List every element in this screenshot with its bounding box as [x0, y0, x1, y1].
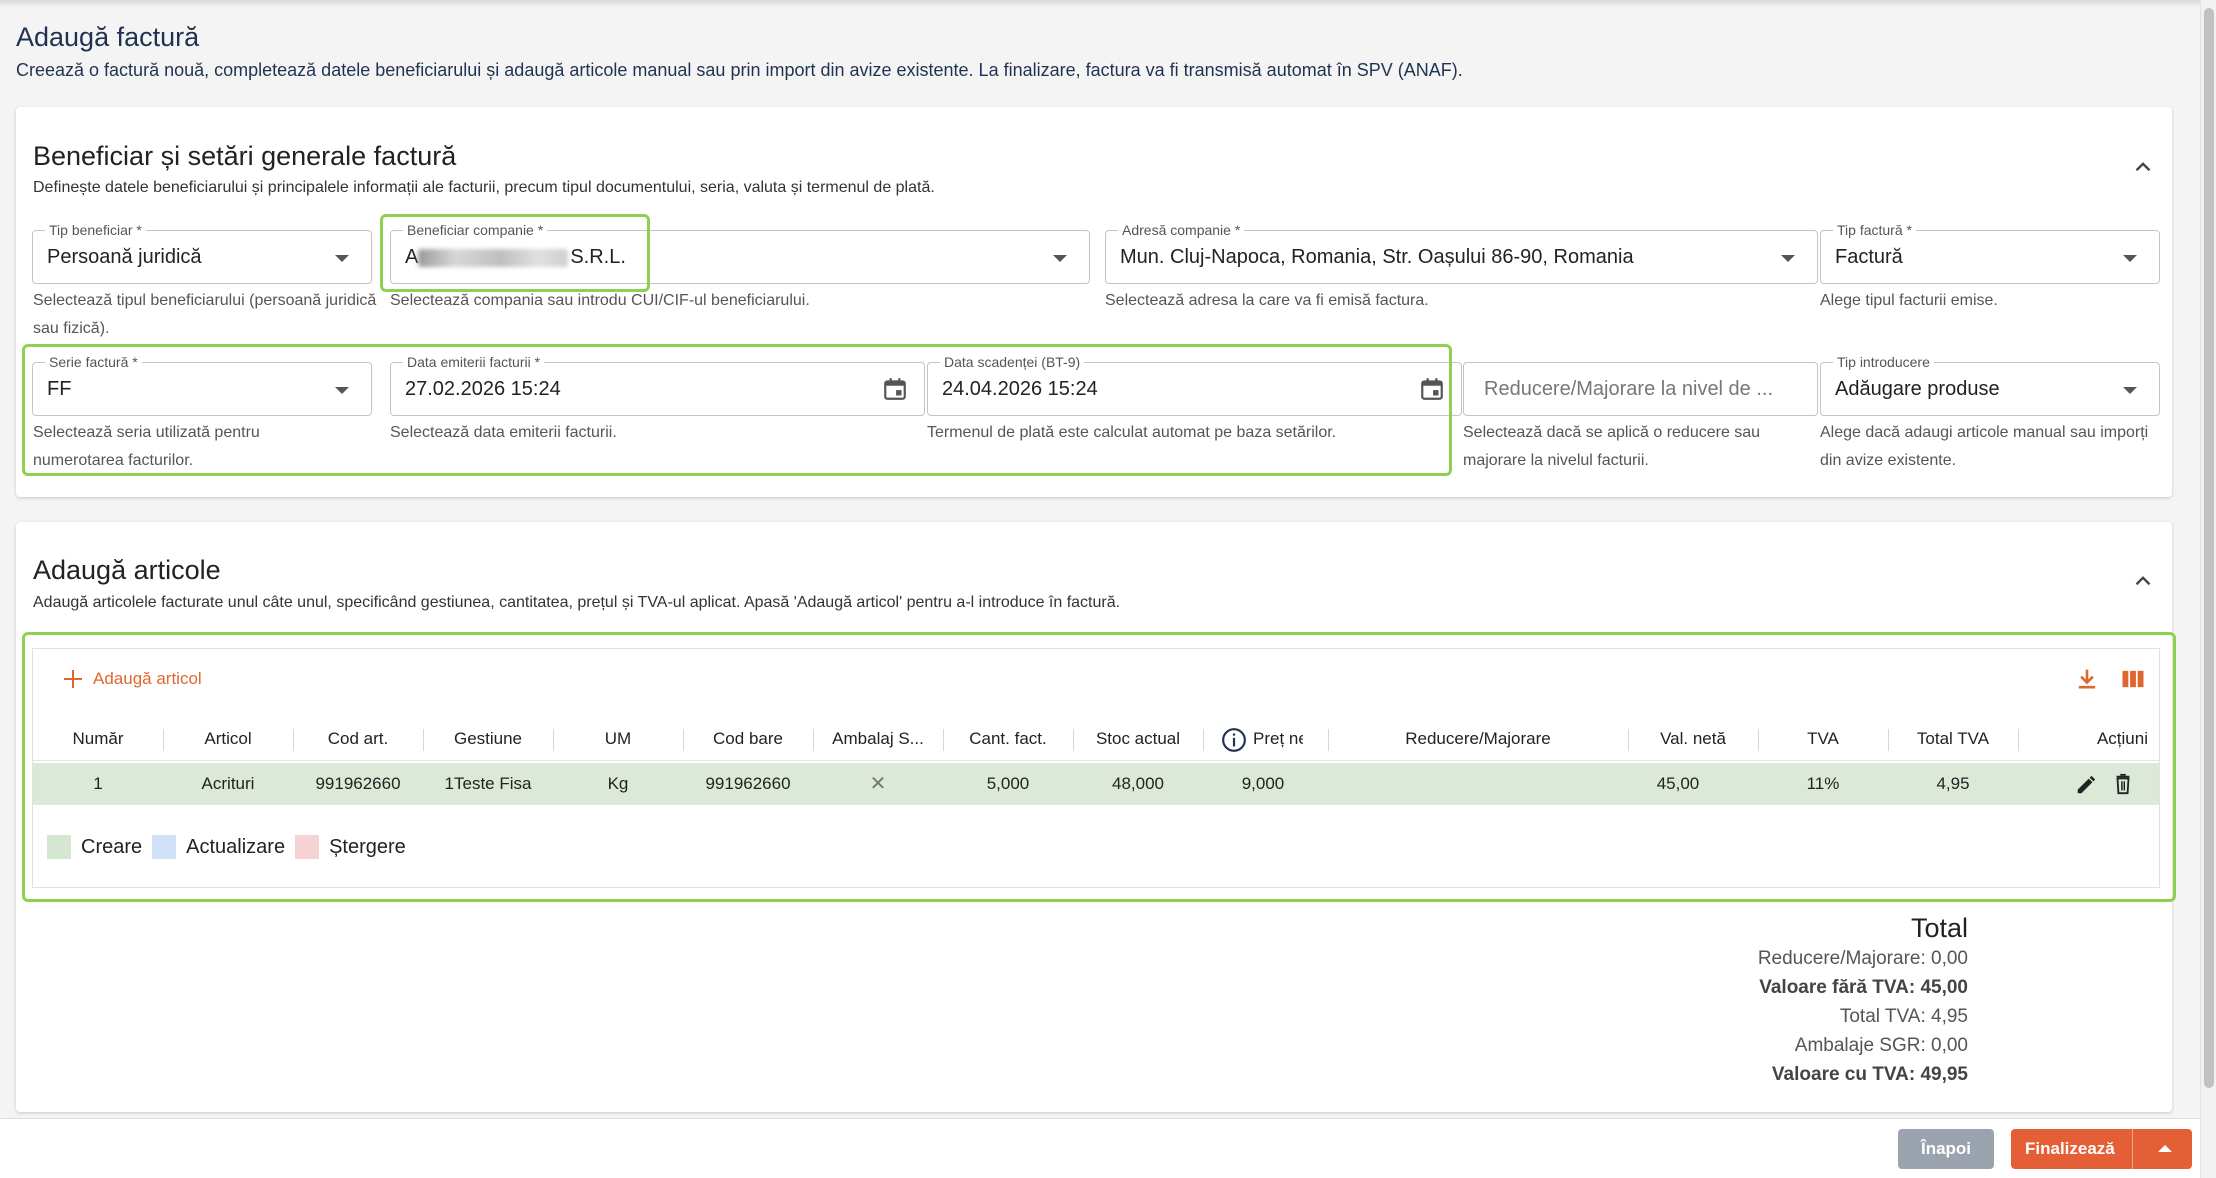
field-value: Persoană juridică — [47, 246, 202, 268]
section-title: Adaugă articole — [33, 555, 221, 585]
page-title: Adaugă factură — [16, 22, 200, 52]
section-description: Definește datele beneficiarului și princ… — [33, 179, 935, 196]
tip-introducere-select[interactable]: Tip introducere Adăugare produse — [1820, 353, 2160, 416]
field-placeholder: Reducere/Majorare la nivel de ... — [1484, 378, 1774, 400]
dropdown-arrow-icon[interactable] — [2123, 255, 2137, 262]
field-label: Tip beneficiar * — [45, 221, 146, 239]
totals-total-tva: Total TVA: 4,95 — [1839, 1006, 1968, 1027]
dropdown-arrow-icon[interactable] — [1781, 255, 1795, 262]
collapse-chevron-icon[interactable] — [2130, 154, 2156, 180]
totals-fara-tva: Valoare fără TVA: 45,00 — [1759, 977, 1968, 998]
scrollbar-thumb[interactable] — [2204, 8, 2214, 1088]
finalize-button[interactable]: Finalizează — [2011, 1129, 2192, 1169]
highlight-beneficiar-companie — [380, 214, 650, 292]
totals-cu-tva: Valoare cu TVA: 49,95 — [1771, 1064, 1968, 1085]
page-subtitle: Creează o factură nouă, completează date… — [16, 60, 1463, 80]
collapse-chevron-icon[interactable] — [2130, 568, 2156, 594]
back-button[interactable]: Înapoi — [1898, 1129, 1994, 1169]
footer-bar: Înapoi Finalizează — [0, 1118, 2200, 1178]
dropdown-arrow-icon[interactable] — [2123, 387, 2137, 394]
adresa-companie-select[interactable]: Adresă companie * Mun. Cluj-Napoca, Roma… — [1105, 221, 1818, 284]
field-value: Factură — [1835, 246, 1903, 268]
field-value: Mun. Cluj-Napoca, Romania, Str. Oașului … — [1120, 246, 1634, 268]
highlight-articles-grid — [22, 632, 2176, 902]
finalize-label: Finalizează — [2025, 1139, 2115, 1158]
tip-factura-select[interactable]: Tip factură * Factură — [1820, 221, 2160, 284]
caret-up-icon[interactable] — [2158, 1145, 2172, 1152]
field-label: Tip factură * — [1833, 221, 1916, 239]
totals-title: Total — [1910, 913, 1968, 943]
adresa-companie-helper: Selectează adresa la care va fi emisă fa… — [1105, 292, 1429, 309]
reducere-majorare-input[interactable]: Reducere/Majorare la nivel de ... — [1463, 362, 1818, 416]
section-description: Adaugă articolele facturate unul câte un… — [33, 594, 1121, 611]
tip-introducere-helper: Alege dacă adaugi articole manual sau im… — [1820, 424, 2149, 469]
totals-reducere: Reducere/Majorare: 0,00 — [1757, 948, 1968, 969]
reducere-majorare-helper: Selectează dacă se aplică o reducere sau… — [1463, 424, 1761, 469]
field-label: Tip introducere — [1833, 353, 1934, 371]
field-value: Adăugare produse — [1835, 378, 2000, 400]
field-label: Adresă companie * — [1118, 221, 1245, 239]
totals-summary: Total Reducere/Majorare: 0,00 Valoare fă… — [1758, 910, 1968, 1089]
tip-beneficiar-helper: Selectează tipul beneficiarului (persoan… — [33, 292, 377, 337]
section-title: Beneficiar și setări generale factură — [33, 141, 457, 171]
highlight-serie-date-row — [22, 344, 1452, 476]
tip-beneficiar-select[interactable]: Tip beneficiar * Persoană juridică — [32, 221, 372, 284]
totals-ambalaje: Ambalaje SGR: 0,00 — [1794, 1035, 1968, 1056]
dropdown-arrow-icon[interactable] — [1053, 255, 1067, 262]
tip-factura-helper: Alege tipul facturii emise. — [1820, 292, 1998, 309]
top-shadow — [0, 0, 2200, 8]
dropdown-arrow-icon[interactable] — [335, 255, 349, 262]
scrollbar[interactable] — [2200, 0, 2216, 1178]
